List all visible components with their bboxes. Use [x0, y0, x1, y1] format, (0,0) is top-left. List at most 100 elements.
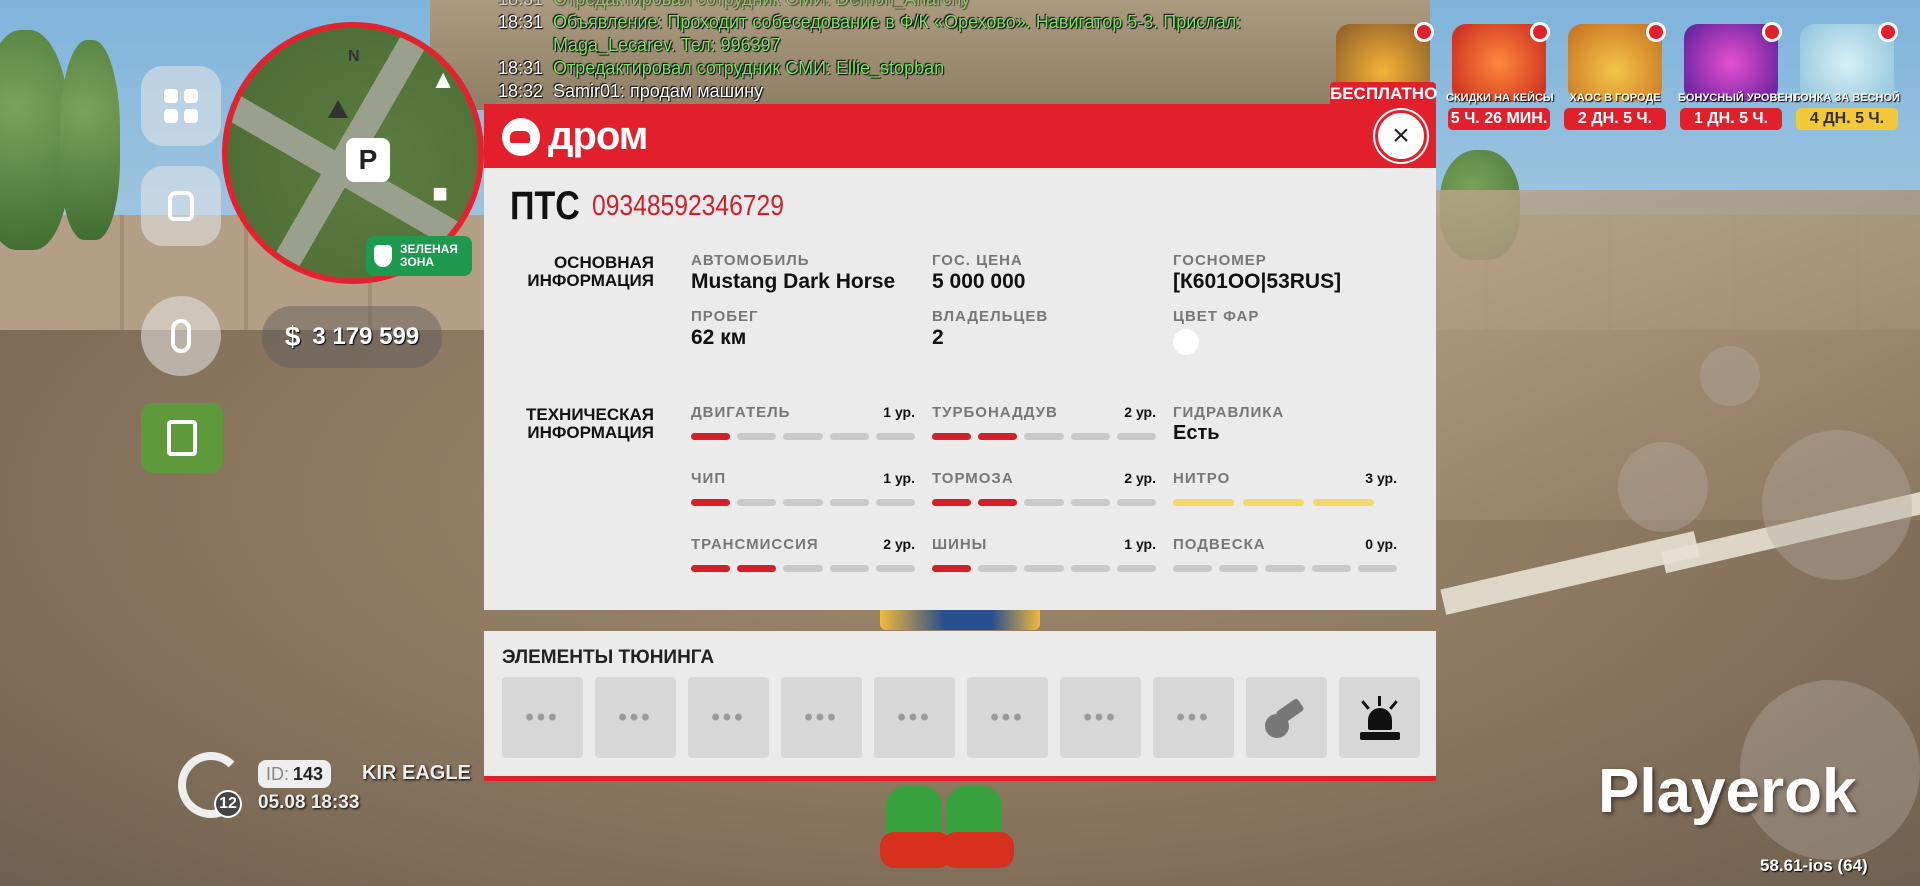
chat-line: Maga_Lecarev. Тел: 996397	[553, 35, 781, 55]
level-segment	[829, 433, 869, 440]
level-segment	[932, 565, 972, 572]
shield-icon	[374, 245, 392, 267]
level-segment	[978, 499, 1018, 506]
car-model-field: АВТОМОБИЛЬ Mustang Dark Horse	[691, 252, 896, 293]
level-segment	[691, 433, 731, 440]
tuning-slot-empty[interactable]: •••	[595, 677, 676, 758]
horn-icon	[1264, 696, 1309, 740]
microphone-icon	[171, 319, 191, 353]
tuning-slot-horn[interactable]	[1246, 677, 1327, 758]
tuning-slot-empty[interactable]: •••	[967, 677, 1048, 758]
police-car-icon: ■	[432, 178, 448, 208]
level-segment	[691, 565, 731, 572]
pts-number: 09348592346729	[592, 190, 784, 222]
level-segment	[978, 565, 1018, 572]
notification-dot	[1530, 22, 1550, 42]
money-amount: 3 179 599	[312, 323, 420, 350]
pts-title: ПТС	[510, 184, 580, 228]
state-price-field: ГОС. ЦЕНА 5 000 000	[932, 252, 1026, 293]
turbo-level: ТУРБОНАДДУВ 2 ур.	[932, 404, 1157, 440]
drom-logo: дром	[502, 114, 648, 159]
promo-spring-race[interactable]: ГОНКА ЗА ВЕСНОЙ 4 ДН. 5 Ч.	[1794, 22, 1900, 132]
drom-logo-icon	[502, 117, 540, 156]
inventory-button[interactable]	[141, 166, 221, 246]
level-segment	[783, 433, 823, 440]
notification-dot	[1878, 22, 1898, 42]
tuning-panel: ЭЛЕМЕНТЫ ТЮНИНГА ••• ••• ••• ••• ••• •••…	[484, 631, 1436, 781]
level-segment	[1173, 499, 1234, 506]
promo-city-chaos[interactable]: ХАОС В ГОРОДЕ 2 ДН. 5 Ч.	[1562, 22, 1668, 132]
tuning-slots: ••• ••• ••• ••• ••• ••• ••• •••	[502, 677, 1420, 758]
voice-chat-button[interactable]	[141, 296, 221, 376]
level-segment	[1116, 565, 1157, 572]
player-level: 12	[214, 790, 242, 818]
pistol-icon: ▲	[430, 64, 456, 94]
tuning-slot-empty[interactable]: •••	[688, 677, 769, 758]
vehicle-button[interactable]	[1618, 442, 1708, 532]
level-segment	[875, 565, 916, 572]
level-segment	[978, 433, 1018, 440]
backpack-icon	[168, 191, 194, 221]
headlight-color-field: ЦВЕТ ФАР	[1173, 308, 1393, 355]
player-id: ID: 143	[258, 760, 332, 788]
menu-button[interactable]	[141, 66, 221, 146]
close-button[interactable]: ×	[1375, 110, 1427, 162]
mileage-field: ПРОБЕГ 62 км	[691, 308, 759, 349]
green-zone-badge: ЗЕЛЕНАЯ ЗОНА	[366, 236, 472, 276]
level-segment	[1311, 565, 1351, 572]
headlight-color-swatch	[1173, 329, 1199, 355]
level-segment	[1024, 433, 1064, 440]
level-segment	[932, 433, 972, 440]
tuning-slot-empty[interactable]: •••	[502, 677, 583, 758]
version-label: 58.61-ios (64)	[1760, 856, 1868, 875]
level-segment	[737, 565, 777, 572]
owners-field: ВЛАДЕЛЬЦЕВ 2	[932, 308, 1049, 349]
parking-marker-icon: P	[346, 138, 390, 182]
notification-dot	[1762, 22, 1782, 42]
tech-info-label: ТЕХНИЧЕСКАЯ ИНФОРМАЦИЯ	[526, 405, 654, 442]
level-segment	[1116, 499, 1157, 506]
dollar-icon: $	[284, 321, 301, 352]
north-indicator: N	[348, 48, 360, 65]
tuning-slot-empty[interactable]: •••	[874, 677, 955, 758]
tuning-slot-empty[interactable]: •••	[1060, 677, 1141, 758]
vehicle-passport-dialog: дром ПТС 09348592346729 ОСНОВНАЯ ИНФОРМА…	[484, 104, 1436, 610]
transmission-level: ТРАНСМИССИЯ 2 ур.	[691, 536, 916, 572]
suspension-level: ПОДВЕСКА 0 ур.	[1173, 536, 1398, 572]
level-segment	[1173, 565, 1213, 572]
level-segment	[737, 499, 777, 506]
level-segment	[829, 499, 869, 506]
level-segment	[829, 565, 869, 572]
chat-line: 18:31 Объявление: Проходит собеседование …	[498, 12, 1242, 32]
promo-bonus-level[interactable]: БОНУСНЫЙ УРОВЕНЬ 1 ДН. 5 Ч.	[1678, 22, 1801, 132]
level-segment	[783, 565, 823, 572]
level-segment	[1116, 433, 1157, 440]
tuning-slot-empty[interactable]: •••	[781, 677, 862, 758]
level-segment	[875, 433, 916, 440]
promo-case-discount[interactable]: СКИДКИ НА КЕЙСЫ 5 Ч. 26 МИН.	[1446, 22, 1554, 132]
notepad-icon	[167, 420, 197, 456]
siren-icon	[1356, 694, 1404, 742]
level-segment	[1313, 499, 1374, 506]
grid-icon	[164, 89, 198, 123]
level-segment	[1070, 433, 1110, 440]
tuning-slot-siren[interactable]	[1339, 677, 1420, 758]
level-segment	[1357, 565, 1398, 572]
level-segment	[875, 499, 916, 506]
level-segment	[737, 433, 777, 440]
level-segment	[1070, 499, 1110, 506]
level-segment	[691, 499, 731, 506]
tasks-button[interactable]	[141, 403, 223, 473]
tuning-slot-empty[interactable]: •••	[1153, 677, 1234, 758]
chat-line: 18:32 Samir01: продам машину	[498, 81, 764, 101]
level-segment	[932, 499, 972, 506]
tuning-title: ЭЛЕМЕНТЫ ТЮНИНГА	[502, 647, 715, 668]
level-segment	[783, 499, 823, 506]
player-arrow-icon	[328, 100, 348, 118]
level-segment	[1265, 565, 1305, 572]
money-display: $ 3 179 599	[262, 306, 442, 368]
camera-button[interactable]	[1700, 346, 1760, 406]
dialog-header: дром	[484, 104, 1436, 168]
attack-button[interactable]	[1762, 430, 1912, 580]
level-segment	[1243, 499, 1304, 506]
